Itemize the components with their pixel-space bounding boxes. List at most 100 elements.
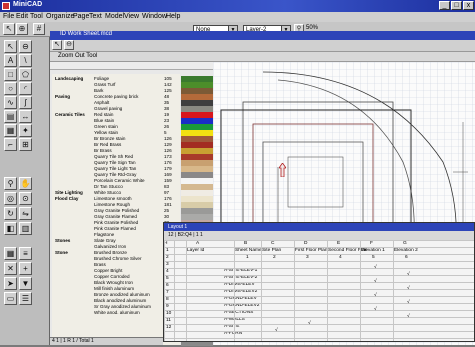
maximize-button[interactable]: □: [451, 1, 462, 10]
row-number[interactable]: 3: [166, 261, 169, 268]
align-icon[interactable]: ≡: [19, 247, 32, 260]
hatch-icon[interactable]: ▦: [4, 124, 17, 137]
row-number[interactable]: 9: [166, 303, 169, 310]
row-number[interactable]: 4: [166, 268, 169, 275]
text-icon[interactable]: A: [4, 54, 17, 67]
menu-bar: File Edit Tool Organize Page Text Model …: [0, 12, 475, 22]
circle-icon[interactable]: ○: [4, 82, 17, 95]
menu-tool[interactable]: Tool: [30, 13, 43, 20]
column-letter[interactable]: E: [337, 240, 340, 247]
grid-icon[interactable]: ▦: [4, 247, 17, 260]
menu-text[interactable]: Text: [89, 13, 102, 20]
row-number[interactable]: 5: [166, 275, 169, 282]
arc-icon[interactable]: ◜: [19, 82, 32, 95]
snap-icon[interactable]: #: [33, 23, 45, 35]
row-number[interactable]: 11: [166, 317, 171, 324]
close-button[interactable]: x: [463, 1, 474, 10]
extrude-icon[interactable]: ▥: [19, 222, 32, 235]
menu-organize[interactable]: Organize: [46, 13, 74, 20]
column-letter[interactable]: G: [403, 240, 407, 247]
menu-view[interactable]: View: [124, 13, 139, 20]
walkthrough-icon[interactable]: ◎: [4, 192, 17, 205]
menu-help[interactable]: Help: [166, 13, 180, 20]
symbol-icon[interactable]: ✦: [19, 124, 32, 137]
grid-row-line: [164, 317, 474, 318]
row-number[interactable]: 7: [166, 289, 169, 296]
row-number[interactable]: 1: [166, 247, 169, 254]
rotate-icon[interactable]: ↻: [4, 207, 17, 220]
minimize-button[interactable]: _: [439, 1, 450, 10]
check-mark[interactable]: √: [374, 278, 377, 285]
row-number[interactable]: 6: [166, 282, 169, 289]
door-icon[interactable]: ⌐: [4, 138, 17, 151]
window-icon[interactable]: ⊞: [19, 138, 32, 151]
layer-row[interactable]: White anod. aluminum: [52, 310, 180, 316]
row-number[interactable]: 8: [166, 296, 169, 303]
column-letter[interactable]: A: [196, 240, 199, 247]
polygon-icon[interactable]: ⬠: [19, 68, 32, 81]
zoom-out-icon[interactable]: ⊖: [19, 40, 32, 53]
cross-icon[interactable]: ✕: [4, 262, 17, 275]
row-number[interactable]: 10: [166, 310, 171, 317]
app-title: MiniCAD: [13, 1, 43, 8]
freehand-icon[interactable]: ∿: [4, 96, 17, 109]
constraint-icon[interactable]: ⊕: [16, 23, 28, 35]
menu-edit[interactable]: Edit: [16, 13, 28, 20]
grid-col-line: [360, 240, 361, 341]
menu-page[interactable]: Page: [73, 13, 89, 20]
column-number: 6: [405, 255, 408, 260]
grid-row-line: [164, 310, 474, 311]
column-letter[interactable]: D: [304, 240, 307, 247]
check-mark[interactable]: √: [407, 299, 410, 306]
column-letter[interactable]: C: [271, 240, 274, 247]
menu-window[interactable]: Window: [142, 13, 167, 20]
arrow-icon[interactable]: ↖: [3, 23, 15, 35]
row-number[interactable]: 12: [166, 324, 171, 331]
check-mark[interactable]: √: [374, 264, 377, 271]
worksheet-grid[interactable]: A B C D E F G H Layer Id Sheet Name Site Plan First…: [164, 240, 474, 341]
check-mark[interactable]: √: [407, 285, 410, 292]
line-icon[interactable]: \: [19, 54, 32, 67]
dimension-icon[interactable]: ↔: [19, 110, 32, 123]
grid-col-line: [327, 240, 328, 341]
horizontal-scrollbar[interactable]: 4 1 | 1 R 1 / Total 1: [50, 337, 163, 345]
grid-col-line: [164, 240, 165, 341]
check-mark[interactable]: √: [308, 320, 311, 327]
zoom-out-icon[interactable]: ⊖: [64, 40, 74, 50]
column-header: Layer Id: [187, 248, 205, 253]
check-mark[interactable]: √: [374, 306, 377, 313]
column-letter[interactable]: F: [370, 240, 373, 247]
plus-icon[interactable]: +: [19, 262, 32, 275]
arrow-marker-icon: [278, 162, 287, 178]
check-mark[interactable]: √: [374, 292, 377, 299]
rectangle-icon[interactable]: □: [4, 68, 17, 81]
spline-icon[interactable]: ʃ: [19, 96, 32, 109]
grid-col-line: [393, 240, 394, 341]
check-mark[interactable]: √: [275, 327, 278, 334]
marker-icon[interactable]: ▼: [19, 277, 32, 290]
grid-row-line: [164, 275, 474, 276]
menu-file[interactable]: File: [3, 13, 14, 20]
column-letter[interactable]: B: [244, 240, 247, 247]
column-header: Elevation 2: [394, 248, 418, 253]
rectangle-select-icon[interactable]: ▭: [4, 292, 17, 305]
wall-icon[interactable]: ▤: [4, 110, 17, 123]
pointer-icon[interactable]: ➤: [4, 277, 17, 290]
3d-box-icon[interactable]: ◧: [4, 222, 17, 235]
grid-col-line: [261, 240, 262, 341]
eyedropper-icon[interactable]: ⚲: [4, 177, 17, 190]
layer-name: White anod. aluminum: [94, 310, 140, 315]
list-icon[interactable]: ☰: [19, 292, 32, 305]
mirror-icon[interactable]: ⇋: [19, 207, 32, 220]
arrow-icon[interactable]: ↖: [52, 40, 62, 50]
grid-col-line: [234, 240, 235, 341]
check-mark[interactable]: √: [407, 271, 410, 278]
pan-icon[interactable]: ✋: [19, 177, 32, 190]
flyover-icon[interactable]: ⊙: [19, 192, 32, 205]
check-mark[interactable]: √: [407, 313, 410, 320]
row-number[interactable]: 2: [166, 254, 169, 261]
grid-col-line: [294, 240, 295, 341]
menu-model[interactable]: Model: [105, 13, 124, 20]
select-icon[interactable]: ↖: [4, 40, 17, 53]
grid-row-line: [164, 289, 474, 290]
